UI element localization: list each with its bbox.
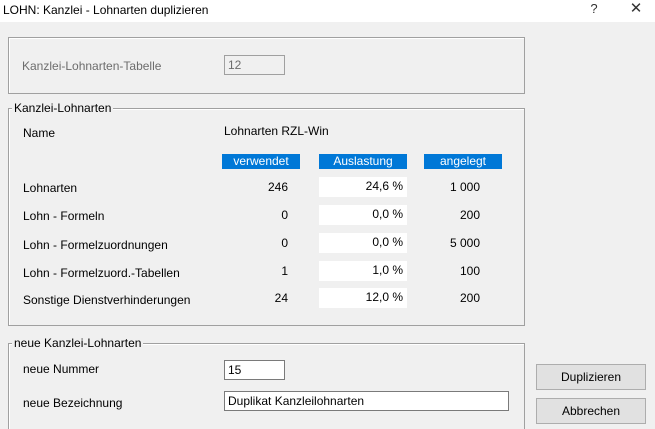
row-angelegt: 5 000	[449, 236, 480, 250]
row-auslastung-percent: %	[392, 263, 403, 277]
row-auslastung-percent: %	[392, 207, 403, 221]
window-title: LOHN: Kanzlei - Lohnarten duplizieren	[3, 3, 209, 17]
table-number-field: 12	[224, 55, 285, 75]
row-auslastung-box: 0,0 %	[319, 233, 407, 253]
row-verwendet: 246	[267, 180, 288, 194]
row-auslastung-box: 0,0 %	[319, 205, 407, 225]
row-auslastung-percent: %	[392, 290, 403, 304]
row-verwendet: 24	[274, 291, 288, 305]
row-auslastung-percent: %	[392, 235, 403, 249]
duplicate-button[interactable]: Duplizieren	[536, 364, 646, 390]
new-lohnarten-group	[8, 343, 525, 429]
new-number-input[interactable]: 15	[224, 360, 285, 380]
row-auslastung-value: 0,0	[372, 235, 389, 249]
new-lohnarten-group-caption: neue Kanzlei-Lohnarten	[12, 336, 144, 350]
row-label: Lohnarten	[23, 181, 78, 195]
new-name-label: neue Bezeichnung	[23, 396, 123, 410]
row-auslastung-box: 1,0 %	[319, 261, 407, 281]
column-header-angelegt: angelegt	[424, 154, 502, 169]
row-angelegt: 200	[459, 208, 480, 222]
column-header-verwendet: verwendet	[222, 154, 300, 169]
row-label: Lohn - Formelzuord.-Tabellen	[23, 266, 180, 280]
row-auslastung-box: 12,0 %	[319, 288, 407, 308]
new-number-label: neue Nummer	[23, 362, 100, 376]
row-verwendet: 1	[281, 264, 288, 278]
row-auslastung-value: 12,0	[365, 290, 389, 304]
name-value: Lohnarten RZL-Win	[224, 124, 329, 138]
row-angelegt: 1 000	[449, 180, 480, 194]
lohnarten-group-caption: Kanzlei-Lohnarten	[12, 101, 114, 115]
close-button[interactable]: ✕	[626, 0, 646, 20]
name-label: Name	[23, 126, 56, 140]
row-angelegt: 200	[459, 291, 480, 305]
cancel-button[interactable]: Abbrechen	[536, 398, 646, 424]
row-label: Lohn - Formeln	[23, 209, 105, 223]
row-verwendet: 0	[281, 236, 288, 250]
row-angelegt: 100	[459, 264, 480, 278]
new-name-input[interactable]: Duplikat Kanzleilohnarten	[224, 391, 509, 411]
row-auslastung-value: 1,0	[372, 263, 389, 277]
table-label: Kanzlei-Lohnarten-Tabelle	[22, 59, 162, 73]
row-auslastung-box: 24,6 %	[319, 177, 407, 197]
row-auslastung-percent: %	[392, 179, 403, 193]
row-label: Lohn - Formelzuordnungen	[23, 238, 168, 252]
row-auslastung-value: 24,6	[365, 179, 389, 193]
row-verwendet: 0	[281, 208, 288, 222]
row-auslastung-value: 0,0	[372, 207, 389, 221]
help-button[interactable]: ?	[584, 0, 604, 20]
row-label: Sonstige Dienstverhinderungen	[23, 293, 191, 307]
column-header-auslastung: Auslastung	[319, 154, 407, 169]
